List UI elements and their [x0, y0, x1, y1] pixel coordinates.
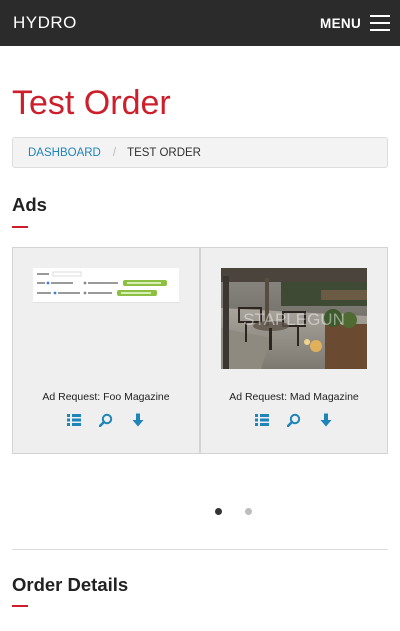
download-icon[interactable] — [131, 413, 145, 427]
order-details-section-title: Order Details — [12, 574, 129, 595]
carousel-dot-2[interactable] — [245, 508, 252, 515]
download-icon[interactable] — [319, 413, 333, 427]
ads-section-title: Ads — [12, 194, 47, 215]
form-screenshot-image — [33, 268, 179, 369]
top-navbar: HYDRO MENU — [0, 0, 400, 46]
brand-logo[interactable]: HYDRO — [13, 13, 77, 33]
order-details-section-underline — [12, 605, 28, 607]
section-divider — [12, 549, 388, 550]
menu-label: MENU — [320, 15, 361, 31]
breadcrumb-link-dashboard[interactable]: DASHBOARD — [28, 147, 101, 159]
ad-card-label: Ad Request: Foo Magazine — [42, 391, 170, 403]
ad-card-foo-magazine[interactable]: Ad Request: Foo Magazine — [12, 247, 200, 454]
list-icon[interactable] — [67, 413, 81, 427]
list-icon[interactable] — [255, 413, 269, 427]
watermark-text: STAPLEGUN — [243, 310, 345, 329]
breadcrumb: DASHBOARD / TEST ORDER — [12, 137, 388, 168]
search-icon[interactable] — [99, 413, 113, 427]
search-icon[interactable] — [287, 413, 301, 427]
ad-thumbnail-form[interactable] — [33, 268, 179, 369]
carousel-pagination — [0, 508, 400, 516]
ad-card-actions — [13, 413, 199, 427]
ad-card-actions — [201, 413, 387, 427]
ads-section-underline — [12, 226, 28, 228]
menu-button[interactable]: MENU — [320, 12, 390, 34]
breadcrumb-current: TEST ORDER — [127, 146, 201, 159]
hamburger-icon — [370, 14, 390, 32]
patio-photo-image: STAPLEGUN — [221, 268, 367, 369]
ad-thumbnail-photo[interactable]: STAPLEGUN — [221, 268, 367, 369]
ad-card-mad-magazine[interactable]: STAPLEGUN Ad Request: Mad Magazine — [200, 247, 388, 454]
page-title: Test Order — [12, 84, 171, 122]
carousel-dot-1[interactable] — [215, 508, 222, 515]
ad-card-label: Ad Request: Mad Magazine — [229, 391, 359, 403]
breadcrumb-separator: / — [112, 146, 117, 159]
